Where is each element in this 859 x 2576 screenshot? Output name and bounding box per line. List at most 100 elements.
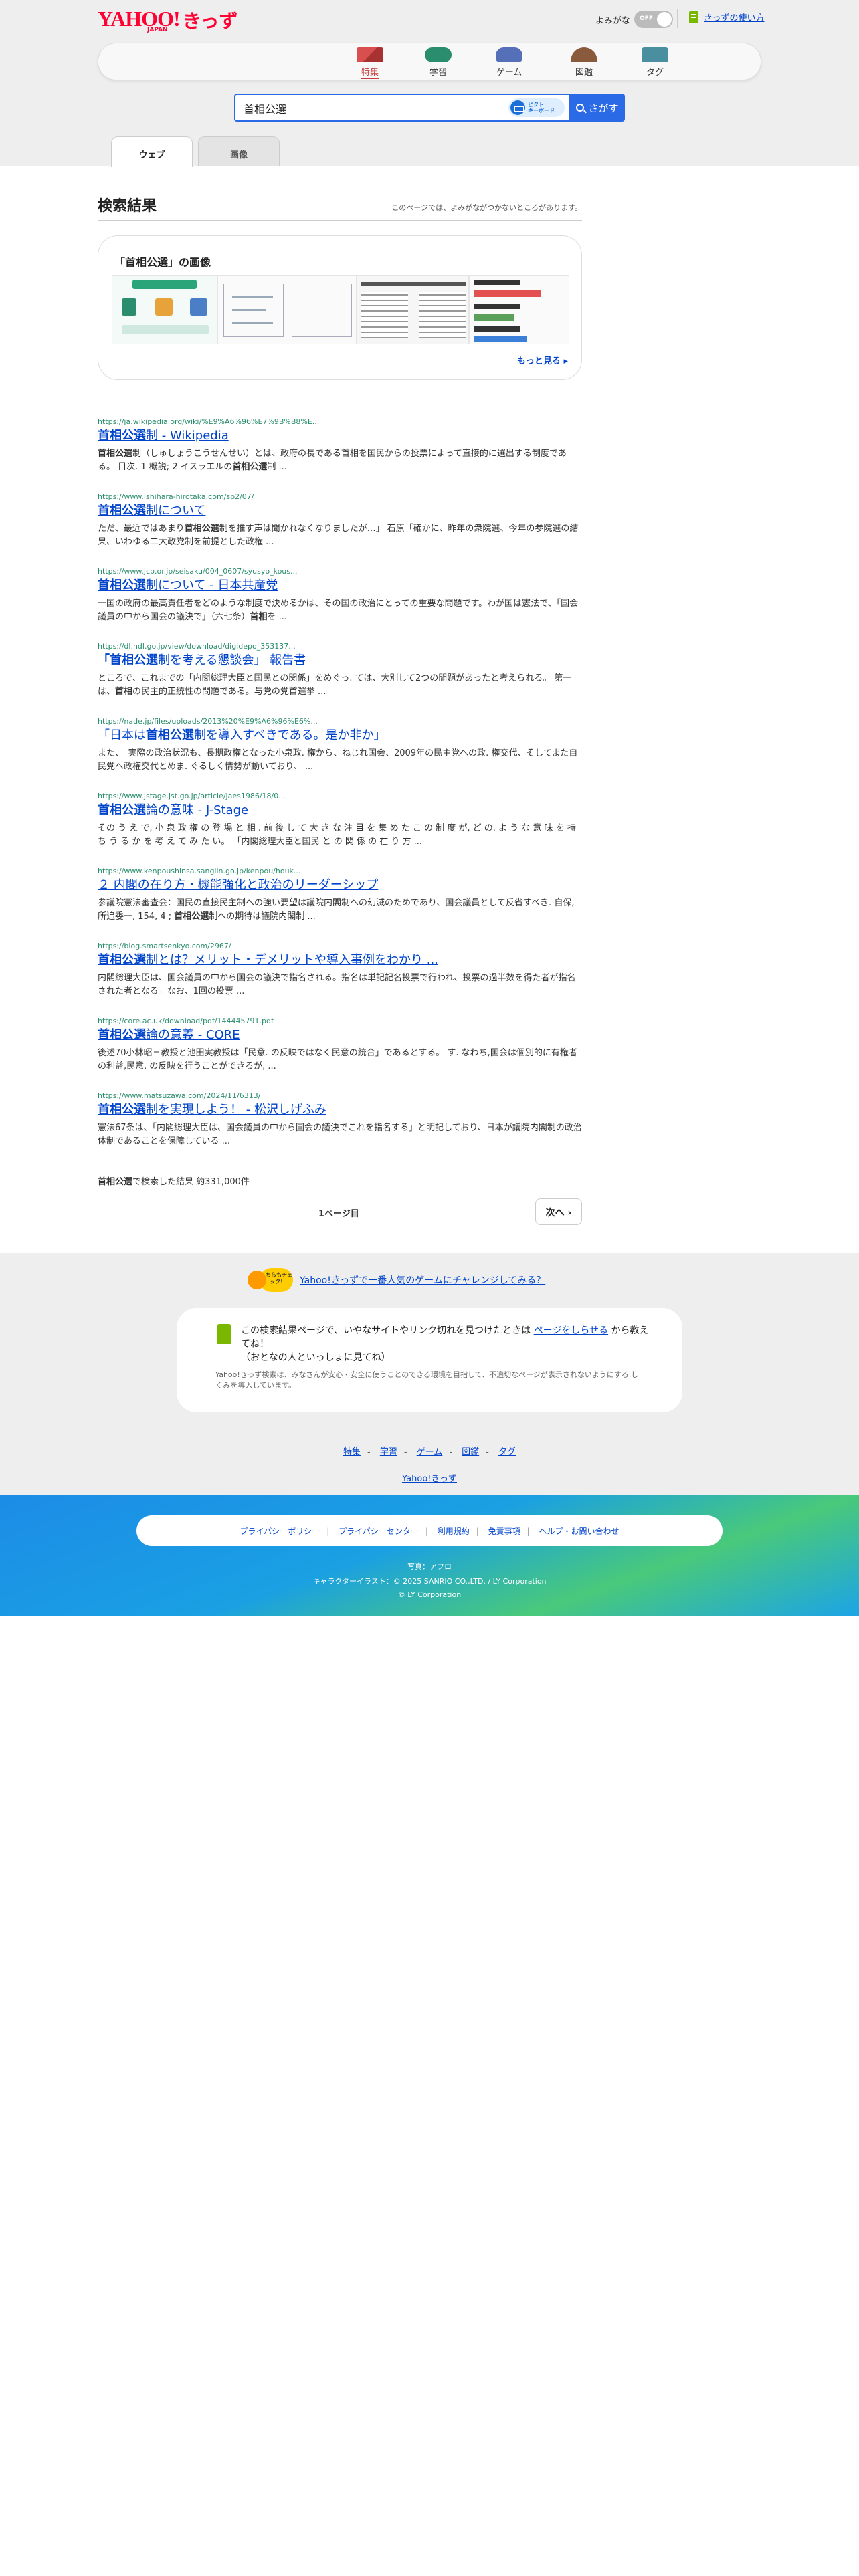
report-icon [217, 1324, 231, 1344]
nav-label: ゲーム [496, 68, 522, 78]
yomigana-note: このページでは、よみがながつかないところがあります。 [391, 203, 582, 212]
result-title-link[interactable]: ２ 内閣の在り方・機能強化と政治のリーダーシップ [98, 878, 378, 892]
result-snippet: 内閣総理大臣は、国会議員の中から国会の議決で指名される。指名は単記記名投票で行わ… [98, 973, 576, 996]
disclaimer-link[interactable]: 免責事項 [488, 1527, 520, 1536]
toggle-knob [657, 12, 672, 27]
tokushu-icon [357, 47, 383, 62]
tag-icon [642, 47, 668, 62]
result-title-link[interactable]: 首相公選論の意義 - CORE [98, 1028, 240, 1042]
howto-label: きっずの使い方 [704, 13, 765, 23]
result-url: https://www.ishihara-hirotaka.com/sp2/07… [98, 492, 254, 501]
nav-item-game[interactable]: ゲーム [482, 47, 536, 78]
search-result: https://www.kenpoushinsa.sangiin.go.jp/k… [98, 867, 582, 924]
image-results-panel: 「首相公選」の画像 もっと見る ▸ [98, 235, 582, 380]
yomigana-toggle[interactable]: OFF [634, 11, 674, 28]
result-snippet: 一国の政府の最高責任者をどのような制度で決めるかは、その国の政治にとっての重要な… [98, 599, 579, 622]
page-title: 検索結果 [98, 198, 157, 215]
footer-link-tag[interactable]: タグ [498, 1447, 516, 1457]
search-button-label: さがす [588, 102, 619, 114]
nav-item-tokushu[interactable]: 特集 [343, 47, 397, 79]
footer-link-zukan[interactable]: 図鑑 [462, 1447, 479, 1457]
search-result: https://www.jstage.jst.go.jp/article/jae… [98, 792, 582, 849]
image-thumbnail[interactable] [469, 275, 569, 344]
header-divider [677, 9, 678, 28]
search-button[interactable]: さがす [570, 94, 625, 122]
result-title-link[interactable]: 「首相公選制を考える懇談会」 報告書 [98, 653, 306, 667]
character-credit: キャラクターイラスト：© 2025 SANRIO CO.,LTD. / LY C… [312, 1577, 547, 1586]
logo-kids-text: きっず [182, 10, 238, 32]
next-page-button[interactable]: 次へ › [535, 1198, 582, 1225]
game-icon [496, 47, 522, 62]
search-result: https://blog.smartsenkyo.com/2967/ 首相公選制… [98, 942, 582, 998]
footer-kids-link[interactable]: Yahoo!きっず [0, 1471, 859, 1484]
nav-item-tag[interactable]: タグ [628, 47, 682, 78]
report-message: この検索結果ページで、いやなサイトやリンク切れを見つけたときは ページをしらせる… [241, 1325, 649, 1363]
result-url: https://core.ac.uk/download/pdf/14444579… [98, 1016, 274, 1025]
search-result: https://core.ac.uk/download/pdf/14444579… [98, 1016, 582, 1073]
game-promo-link[interactable]: Yahoo!きっずで一番人気のゲームにチャレンジしてみる？ [300, 1273, 545, 1287]
result-url: https://ja.wikipedia.org/wiki/%E9%A6%96%… [98, 417, 320, 426]
result-title-link[interactable]: 首相公選論の意味 - J-Stage [98, 803, 248, 817]
report-page-link[interactable]: ページをしらせる [534, 1325, 608, 1336]
photo-credit: 写真：アフロ [407, 1562, 452, 1571]
search-result: https://www.jcp.or.jp/seisaku/004_0607/s… [98, 567, 582, 624]
search-result: https://www.matsuzawa.com/2024/11/6313/ … [98, 1091, 582, 1148]
result-snippet: また、 実際の政治状況も、長期政権となった小泉政. 権から、ねじれ国会、2009… [98, 748, 578, 772]
result-url: https://nade.jp/files/uploads/2013%20%E9… [98, 717, 318, 726]
result-count: 首相公選で検索した結果 約331,000件 [98, 1177, 250, 1187]
privacy-policy-link[interactable]: プライバシーポリシー [240, 1527, 320, 1536]
help-link[interactable]: ヘルプ・お問い合わせ [539, 1527, 619, 1536]
result-title-link[interactable]: 首相公選制について - 日本共産党 [98, 578, 278, 593]
top-header: YAHOO! JAPAN きっず よみがな OFF きっずの使い方 特集 学習 … [0, 0, 859, 167]
yahoo-kids-logo[interactable]: YAHOO! JAPAN きっず [98, 7, 238, 33]
logo-japan-text: JAPAN [147, 27, 168, 33]
copyright: © LY Corporation [397, 1590, 462, 1599]
results-header: 検索結果 このページでは、よみがながつかないところがあります。 [98, 194, 582, 221]
search-form: ピクトキーボード さがす [234, 94, 625, 122]
image-thumbnail[interactable] [217, 275, 357, 344]
search-input[interactable] [244, 100, 504, 116]
footer-link-game[interactable]: ゲーム [417, 1447, 443, 1457]
book-icon [689, 11, 698, 23]
search-result: https://ja.wikipedia.org/wiki/%E9%A6%96%… [98, 417, 582, 474]
nav-label: 特集 [361, 68, 379, 79]
result-snippet: その う え で, 小 泉 政 権 の 登 場 と 相 . 前 後 し て 大 … [98, 823, 576, 847]
image-thumbnail[interactable] [112, 275, 217, 344]
result-url: https://www.jstage.jst.go.jp/article/jae… [98, 792, 286, 800]
result-url: https://dl.ndl.go.jp/view/download/digid… [98, 642, 296, 651]
yomigana-control: よみがな OFF [595, 11, 674, 28]
result-title-link[interactable]: 首相公選制について [98, 504, 205, 518]
result-title-link[interactable]: 首相公選制を実現しよう！ - 松沢しげふみ [98, 1103, 326, 1117]
tab-web[interactable]: ウェブ [111, 136, 193, 167]
safety-note: Yahoo!きっず検索は、みなさんが安心・安全に使うことのできる環境を目指して、… [215, 1370, 639, 1390]
footer-link-gakushu[interactable]: 学習 [380, 1447, 397, 1457]
more-images-link[interactable]: もっと見る ▸ [517, 354, 568, 366]
footer-nav: 特集 - 学習 - ゲーム - 図鑑 - タグ [343, 1447, 516, 1457]
nav-item-gakushu[interactable]: 学習 [411, 47, 465, 78]
footer-link-tokushu[interactable]: 特集 [343, 1447, 361, 1457]
howto-link[interactable]: きっずの使い方 [689, 11, 764, 23]
report-box: この検索結果ページで、いやなサイトやリンク切れを見つけたときは ページをしらせる… [177, 1308, 682, 1412]
gakushu-icon [425, 47, 452, 62]
tab-images[interactable]: 画像 [198, 136, 280, 166]
image-thumbnail[interactable] [357, 275, 469, 344]
result-title-link[interactable]: 首相公選制 - Wikipedia [98, 429, 229, 443]
result-title-link[interactable]: 「日本は首相公選制を導入すべきである。是か非か」 [98, 728, 386, 742]
pict-keyboard-button[interactable]: ピクト キーボード [508, 98, 565, 117]
nav-item-zukan[interactable]: 図鑑 [557, 47, 611, 78]
result-url: https://blog.smartsenkyo.com/2967/ [98, 942, 231, 950]
result-snippet: ところで、これまでの「内閣総理大臣と国民との関係」をめぐっ. ては、大別して2つ… [98, 673, 572, 697]
bottom-footer: プライバシーポリシー | プライバシーセンター | 利用規約 | 免責事項 | ヘルプ・… [0, 1495, 859, 1616]
category-nav: 特集 学習 ゲーム 図鑑 タグ [98, 43, 761, 80]
result-url: https://www.jcp.or.jp/seisaku/004_0607/s… [98, 567, 298, 576]
image-panel-title: 「首相公選」の画像 [114, 256, 211, 269]
terms-link[interactable]: 利用規約 [438, 1527, 470, 1536]
search-result: https://www.ishihara-hirotaka.com/sp2/07… [98, 492, 582, 549]
page-number: 1ページ目 [318, 1209, 359, 1219]
nav-label: 学習 [429, 68, 447, 78]
keyboard-icon [510, 100, 525, 115]
result-title-link[interactable]: 首相公選制とは？メリット・デメリットや導入事例をわかり ... [98, 953, 438, 967]
privacy-center-link[interactable]: プライバシーセンター [339, 1527, 419, 1536]
search-icon [576, 104, 585, 112]
pict-keyboard-label: ピクト キーボード [528, 102, 555, 114]
